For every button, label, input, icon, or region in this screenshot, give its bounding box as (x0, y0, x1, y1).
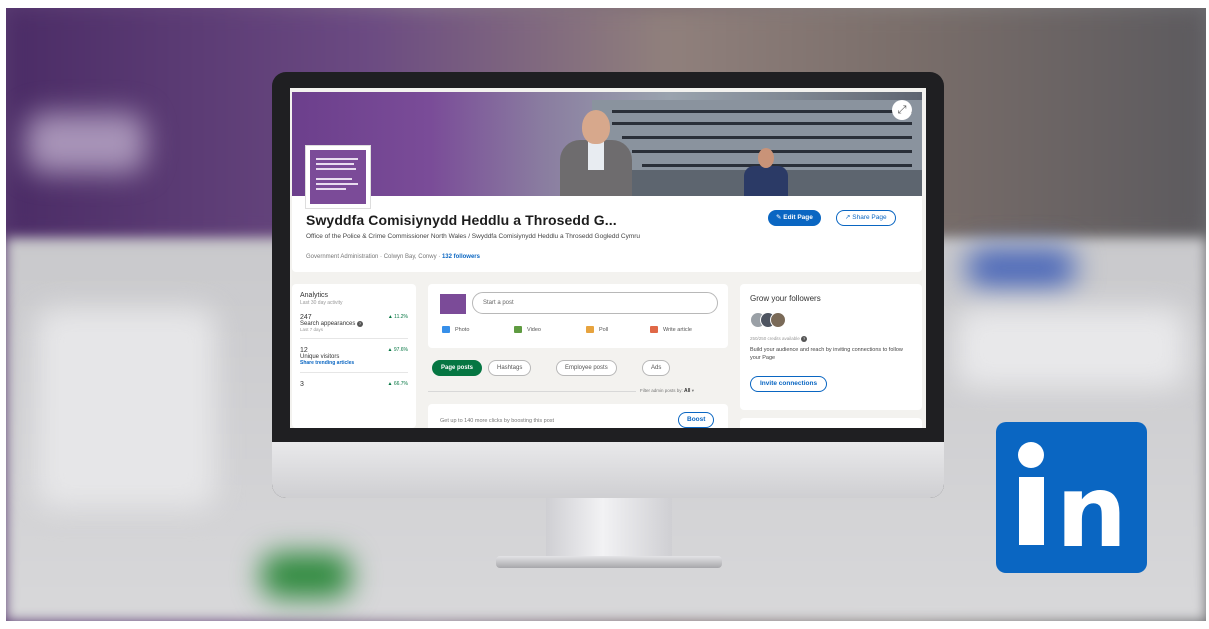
chevron-down-icon: ▾ (691, 388, 694, 393)
avatar (770, 312, 786, 328)
page-header-card: ⤢ Swyddfa Comisiynydd Heddlu a Throsedd … (292, 92, 922, 272)
page-title: Swyddfa Comisiynydd Heddlu a Throsedd G.… (306, 212, 617, 228)
banner-person-left (560, 110, 632, 196)
photo-icon (442, 326, 450, 333)
page-meta-text: Government Administration · Colwyn Bay, … (306, 254, 442, 260)
monitor-screen: ⤢ Swyddfa Comisiynydd Heddlu a Throsedd … (290, 88, 926, 428)
analytics-card: Analytics Last 30 day activity 247 Searc… (292, 284, 416, 428)
follower-avatars (750, 312, 790, 332)
article-icon (650, 326, 658, 333)
analytics-row[interactable]: 247 Search appearances ? Last 7 days ▲ 1… (300, 314, 408, 339)
video-action[interactable]: Video (514, 326, 541, 333)
share-page-label: Share Page (852, 214, 887, 221)
followers-link[interactable]: 132 followers (442, 254, 480, 260)
info-icon: ? (357, 321, 364, 327)
photo-action[interactable]: Photo (442, 326, 469, 333)
admin-filter-dropdown[interactable]: Filter admin posts by: All ▾ (640, 388, 694, 394)
boost-card: Get up to 140 more clicks by boosting th… (428, 404, 728, 428)
divider (428, 391, 636, 392)
cover-banner: ⤢ (292, 92, 922, 196)
page-tagline: Office of the Police & Crime Commissione… (306, 233, 641, 240)
banner-person-right (744, 148, 788, 196)
grow-title: Grow your followers (750, 294, 821, 303)
linkedin-logo-icon: n (996, 422, 1147, 573)
tab-page-posts[interactable]: Page posts (432, 360, 483, 376)
grow-description: Build your audience and reach by invitin… (750, 347, 903, 361)
analytics-title: Analytics (300, 292, 329, 299)
boost-text: Get up to 140 more clicks by boosting th… (440, 418, 555, 424)
tab-hashtags[interactable]: Hashtags (488, 360, 532, 376)
expand-icon[interactable]: ⤢ (892, 100, 912, 120)
analytics-subtitle: Last 30 day activity (300, 300, 343, 306)
poll-icon (586, 326, 594, 333)
info-icon: ? (801, 336, 808, 342)
monitor-base (496, 556, 722, 568)
share-page-button[interactable]: ↗ Share Page (836, 210, 896, 226)
avatar (440, 294, 466, 314)
write-article-action[interactable]: Write article (650, 326, 692, 333)
monitor-stand (546, 498, 672, 560)
org-logo (306, 146, 370, 208)
start-post-input[interactable]: Start a post (472, 292, 718, 314)
page-meta: Government Administration · Colwyn Bay, … (306, 254, 480, 260)
monitor-chin (272, 442, 944, 498)
sidebar-card (740, 418, 922, 428)
grow-followers-card: Grow your followers 250/250 credits avai… (740, 284, 922, 410)
analytics-change: ▲ 66.7% (387, 381, 408, 387)
share-trending-link[interactable]: Share trending articles (300, 360, 408, 366)
analytics-row[interactable]: 12 Unique visitors Share trending articl… (300, 347, 408, 373)
invite-connections-button[interactable]: Invite connections (750, 376, 828, 392)
analytics-change: ▲ 97.6% (387, 347, 408, 353)
tab-ads[interactable]: Ads (642, 360, 671, 376)
poll-action[interactable]: Poll (586, 326, 608, 333)
tab-employee-posts[interactable]: Employee posts (556, 360, 617, 376)
boost-button[interactable]: Boost (678, 412, 715, 428)
analytics-change: ▲ 11.2% (387, 314, 408, 320)
post-composer: Start a post Photo Video Poll Write arti… (428, 284, 728, 348)
analytics-row[interactable]: 3 ▲ 66.7% (300, 381, 408, 388)
video-icon (514, 326, 522, 333)
edit-page-label: Edit Page (783, 214, 813, 221)
analytics-sub: Last 7 days (300, 327, 324, 332)
credits-text: 250/250 credits available ? (750, 336, 808, 342)
edit-page-button[interactable]: ✎ Edit Page (768, 210, 821, 226)
